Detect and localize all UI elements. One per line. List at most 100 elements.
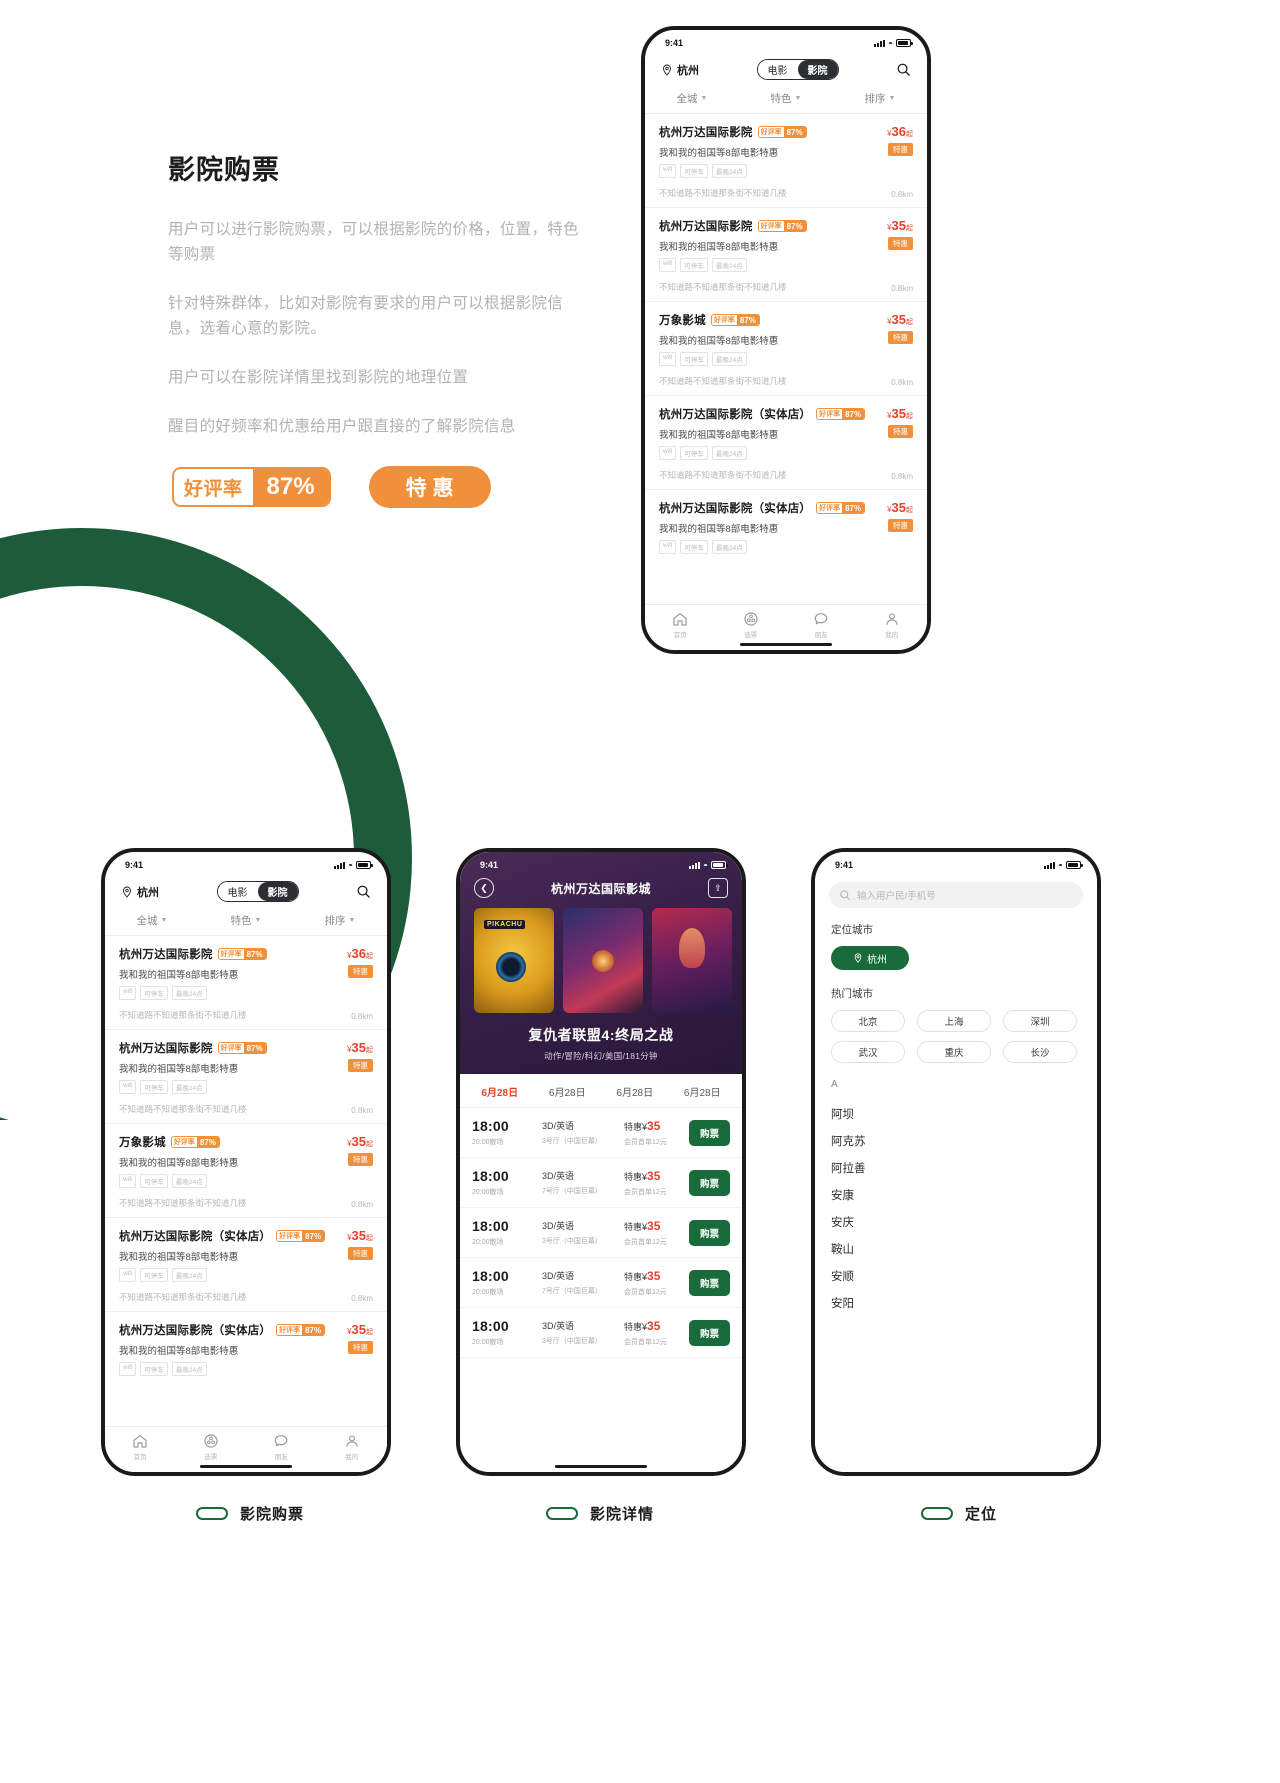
date-tab[interactable]: 6月28日 <box>616 1084 653 1099</box>
cinema-row[interactable]: 杭州万达国际影院（实体店） 好评率 87% 我和我的祖国等8部电影特惠 wifi 可停车最… <box>645 490 927 562</box>
tab-label: 朋友 <box>814 631 828 639</box>
search-input[interactable]: 输入用户民/手机号 <box>829 882 1083 908</box>
status-icons: ◓ <box>334 860 373 870</box>
sale-badge: 特惠 <box>888 143 913 156</box>
home-icon <box>672 611 688 627</box>
located-city-pill[interactable]: 杭州 <box>831 946 909 970</box>
city-bar: 杭州 电影 影院 <box>645 52 927 86</box>
segment-movie[interactable]: 电影 <box>757 60 798 79</box>
city-selector[interactable]: 杭州 <box>121 884 159 900</box>
hot-city-chip[interactable]: 上海 <box>917 1010 991 1032</box>
tab-首页[interactable]: 首页 <box>672 611 688 639</box>
cinema-row[interactable]: 杭州万达国际影院（实体店） 好评率 87% 我和我的祖国等8部电影特惠 wifi 可停车最… <box>105 1312 387 1384</box>
cinema-tag: 最晚24点 <box>171 1362 207 1376</box>
segment-cinema[interactable]: 影院 <box>257 882 298 901</box>
rating-badge-value: 87% <box>302 1325 325 1335</box>
date-tab[interactable]: 6月28日 <box>481 1084 518 1099</box>
tab-首页[interactable]: 首页 <box>132 1433 148 1461</box>
city-list-item[interactable]: 安康 <box>815 1181 1097 1208</box>
showtime-member-note: 会员首单12元 <box>624 1288 667 1296</box>
cinema-row[interactable]: 杭州万达国际影院 好评率 87% 我和我的祖国等8部电影特惠 wifi 可停车 最晚24点不… <box>645 114 927 208</box>
buy-ticket-button[interactable]: 购票 <box>688 1219 730 1246</box>
search-icon[interactable] <box>356 884 371 899</box>
showtime-format-block: 3D/英语 3号厅（中国巨幕） <box>542 1219 616 1246</box>
detail-hero: 9:41 ◓ ❮ 杭州万达国际影城 ⇧ PIKACHU 复仇者联盟4:终局之战 <box>460 852 742 1074</box>
city-list-item[interactable]: 阿坝 <box>815 1100 1097 1127</box>
search-icon[interactable] <box>896 62 911 77</box>
tab-朋友[interactable]: 朋友 <box>273 1433 289 1461</box>
tab-我的[interactable]: 我的 <box>884 611 900 639</box>
poster-item[interactable] <box>563 908 643 1013</box>
cinema-row-head: 万象影城 好评率 87% <box>659 312 913 328</box>
cinema-tag-list: wifi 可停车 最晚24点 <box>659 540 913 554</box>
rating-badge-label: 好评率 <box>277 1325 303 1335</box>
date-tab[interactable]: 6月28日 <box>684 1084 721 1099</box>
tab-选票[interactable]: 选票 <box>203 1433 219 1461</box>
city-name: 杭州 <box>677 64 699 77</box>
buy-ticket-button[interactable]: 购票 <box>688 1169 730 1196</box>
cinema-row[interactable]: 杭州万达国际影院（实体店） 好评率 87% 我和我的祖国等8部电影特惠 wifi 可停车最… <box>105 1218 387 1312</box>
filter-feature[interactable]: 特色 ▼ <box>771 91 802 106</box>
wifi-icon: ◓ <box>348 860 353 870</box>
city-list-item[interactable]: 安庆 <box>815 1208 1097 1235</box>
date-tab[interactable]: 6月28日 <box>549 1084 586 1099</box>
showtime-row[interactable]: 18:00 20:00散场 3D/英语 3号厅（中国巨幕） 特惠¥35 会员首单12元 购票 <box>460 1308 742 1358</box>
cinema-row[interactable]: 杭州万达国际影院 好评率 87% 我和我的祖国等8部电影特惠 wifi 可停车 最晚24点不… <box>105 1030 387 1124</box>
hot-city-chip[interactable]: 武汉 <box>831 1041 905 1063</box>
city-list-item[interactable]: 安顺 <box>815 1262 1097 1289</box>
buy-ticket-button[interactable]: 购票 <box>688 1119 730 1146</box>
cinema-row[interactable]: 杭州万达国际影院 好评率 87% 我和我的祖国等8部电影特惠 wifi 可停车 最晚24点不… <box>105 936 387 1030</box>
wifi-icon: ◓ <box>888 38 893 48</box>
back-chevron-icon[interactable]: ❮ <box>474 878 494 898</box>
cinema-row[interactable]: 杭州万达国际影院 好评率 87% 我和我的祖国等8部电影特惠 wifi 可停车 最晚24点不… <box>645 208 927 302</box>
hot-city-chip[interactable]: 北京 <box>831 1010 905 1032</box>
tab-我的[interactable]: 我的 <box>344 1433 360 1461</box>
segment-control[interactable]: 电影 影院 <box>756 59 839 80</box>
cinema-price-block: ¥36起 特惠 <box>347 946 373 979</box>
tab-选票[interactable]: 选票 <box>743 611 759 639</box>
phone-location-picker: 9:41 ◓ 输入用户民/手机号 定位城市 杭州 热门城市 北京 上海 深圳 武汉 重庆… <box>811 848 1101 1476</box>
city-list-item[interactable]: 鞍山 <box>815 1235 1097 1262</box>
city-list-item[interactable]: 阿克苏 <box>815 1127 1097 1154</box>
hot-city-chip[interactable]: 长沙 <box>1003 1041 1077 1063</box>
hot-city-chip[interactable]: 重庆 <box>917 1041 991 1063</box>
filter-sort[interactable]: 排序 ▼ <box>325 913 356 928</box>
cinema-price: ¥35起 <box>887 218 913 233</box>
showtime-row[interactable]: 18:00 20:00散场 3D/英语 7号厅（中国巨幕） 特惠¥35 会员首单12元 购票 <box>460 1158 742 1208</box>
city-list-item[interactable]: 安阳 <box>815 1289 1097 1316</box>
poster-item[interactable] <box>652 908 732 1013</box>
poster-item[interactable]: PIKACHU <box>474 908 554 1013</box>
filter-area[interactable]: 全城 ▼ <box>137 913 168 928</box>
intro-paragraph-4: 醒目的好频率和优惠给用户跟直接的了解影院信息 <box>168 418 516 435</box>
location-pin-icon <box>123 886 131 898</box>
cinema-tag: wifi <box>659 164 677 178</box>
cinema-row[interactable]: 万象影城 好评率 87% 我和我的祖国等8部电影特惠 wifi 可停车 最晚24点 不知道路不… <box>105 1124 387 1218</box>
cinema-tag: 可停车 <box>140 1174 168 1188</box>
city-list-item[interactable]: 阿拉善 <box>815 1154 1097 1181</box>
filter-sort[interactable]: 排序 ▼ <box>865 91 896 106</box>
caption-cinema-detail: 影院详情 <box>546 1503 654 1524</box>
cinema-row[interactable]: 杭州万达国际影院（实体店） 好评率 87% 我和我的祖国等8部电影特惠 wifi 可停车最… <box>645 396 927 490</box>
filter-area[interactable]: 全城 ▼ <box>677 91 708 106</box>
cinema-tag-list: wifi 可停车 最晚24点 <box>119 1362 373 1376</box>
segment-cinema[interactable]: 影院 <box>797 60 838 79</box>
user-icon <box>344 1433 360 1449</box>
rating-badge-value: 87% <box>736 315 759 325</box>
filter-feature[interactable]: 特色 ▼ <box>231 913 262 928</box>
hot-city-chip[interactable]: 深圳 <box>1003 1010 1077 1032</box>
showtime-row[interactable]: 18:00 20:00散场 3D/英语 7号厅（中国巨幕） 特惠¥35 会员首单12元 购票 <box>460 1258 742 1308</box>
segment-movie[interactable]: 电影 <box>217 882 258 901</box>
showtime-row[interactable]: 18:00 20:00散场 3D/英语 3号厅（中国巨幕） 特惠¥35 会员首单12元 购票 <box>460 1108 742 1158</box>
share-icon[interactable]: ⇧ <box>707 878 728 898</box>
city-name: 杭州 <box>137 886 159 899</box>
page-title: 影院购票 <box>168 155 280 185</box>
segment-control[interactable]: 电影 影院 <box>216 881 299 902</box>
status-bar: 9:41 ◓ <box>105 852 387 874</box>
buy-ticket-button[interactable]: 购票 <box>688 1269 730 1296</box>
buy-ticket-button[interactable]: 购票 <box>688 1319 730 1346</box>
showtime-row[interactable]: 18:00 20:00散场 3D/英语 3号厅（中国巨幕） 特惠¥35 会员首单12元 购票 <box>460 1208 742 1258</box>
tab-朋友[interactable]: 朋友 <box>813 611 829 639</box>
cinema-row[interactable]: 万象影城 好评率 87% 我和我的祖国等8部电影特惠 wifi 可停车 最晚24点 不知道路不… <box>645 302 927 396</box>
city-selector[interactable]: 杭州 <box>661 62 699 78</box>
showtime-price: 特惠¥35 <box>624 1268 661 1283</box>
